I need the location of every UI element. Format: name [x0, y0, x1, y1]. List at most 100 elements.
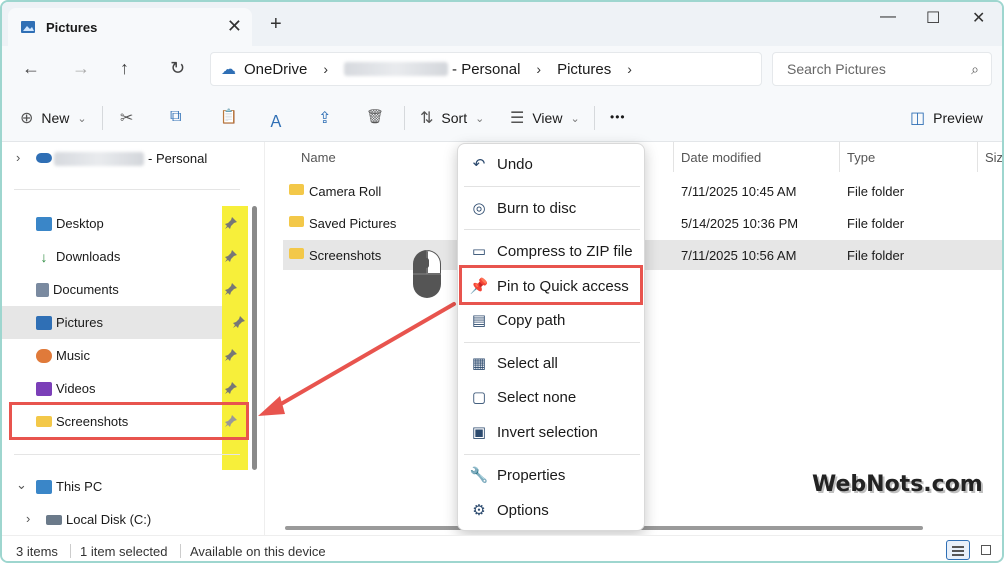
- plus-circle-icon: ⊕: [20, 110, 34, 127]
- chevron-right-icon[interactable]: ›: [16, 150, 20, 165]
- music-icon: [36, 348, 52, 363]
- status-availability: Available on this device: [190, 544, 326, 559]
- sidebar-item-label: Local Disk (C:): [66, 512, 152, 527]
- status-item-count: 3 items: [16, 544, 58, 559]
- file-name: Screenshots: [309, 248, 382, 263]
- status-separator: [180, 544, 181, 558]
- column-header-type[interactable]: Type: [847, 150, 875, 165]
- sidebar-item-this-pc[interactable]: ⌄ This PC: [2, 470, 248, 503]
- forward-button[interactable]: →: [72, 58, 90, 78]
- chevron-down-icon: ⌄: [570, 112, 580, 125]
- address-bar: ← → ↑ ↻ ☁ OneDrive › - Personal › Pictur…: [2, 46, 1002, 94]
- menu-item-undo[interactable]: ↶ Undo: [458, 148, 644, 180]
- pin-icon[interactable]: [224, 249, 238, 263]
- menu-item-burn-to-disc[interactable]: ◎ Burn to disc: [458, 192, 644, 224]
- sidebar-item-pictures[interactable]: Pictures: [2, 306, 222, 339]
- column-header-size[interactable]: Size: [985, 150, 1002, 165]
- tiles-view-button[interactable]: [976, 540, 996, 560]
- preview-pane-icon: ◫: [910, 110, 926, 127]
- more-options-icon[interactable]: •••: [610, 110, 626, 124]
- gear-icon: ⚙: [472, 502, 486, 519]
- tab-pictures[interactable]: Pictures ✕: [8, 8, 252, 46]
- file-name: Camera Roll: [309, 184, 382, 199]
- menu-separator: [464, 342, 640, 343]
- file-date: 7/11/2025 10:45 AM: [681, 184, 797, 199]
- crumb-onedrive[interactable]: OneDrive: [244, 61, 307, 78]
- maximize-button[interactable]: ☐: [926, 8, 940, 28]
- details-view-button[interactable]: [946, 540, 970, 560]
- sort-label: Sort: [441, 110, 468, 126]
- menu-item-label: Compress to ZIP file: [497, 242, 633, 260]
- command-bar: ⊕ New ⌄ ✂ ⧉ 📋 Ａ ⇪ 🗑 ⇅ Sort ⌄ ☰ View ⌄ ••…: [2, 94, 1002, 142]
- pin-icon[interactable]: [224, 282, 238, 296]
- chevron-down-icon[interactable]: ⌄: [16, 477, 27, 493]
- close-tab-icon[interactable]: ✕: [227, 17, 242, 35]
- computer-icon: [36, 479, 52, 494]
- search-icon: ⌕: [971, 61, 979, 77]
- new-tab-button[interactable]: +: [270, 14, 282, 34]
- pin-icon[interactable]: [232, 315, 246, 329]
- file-date: 5/14/2025 10:36 PM: [681, 216, 799, 231]
- sidebar-item-label: Documents: [53, 282, 119, 297]
- toolbar-divider: [594, 106, 595, 130]
- paste-icon[interactable]: 📋: [220, 108, 237, 125]
- sort-button[interactable]: ⇅ Sort ⌄: [420, 108, 484, 128]
- undo-icon: ↶: [472, 156, 486, 173]
- close-window-button[interactable]: ✕: [972, 8, 985, 28]
- sort-icon: ⇅: [420, 110, 434, 127]
- up-button[interactable]: ↑: [120, 58, 129, 78]
- pin-icon[interactable]: [224, 216, 238, 230]
- menu-item-label: Invert selection: [497, 423, 598, 441]
- desktop-icon: [36, 216, 52, 231]
- sidebar-item-music[interactable]: Music: [2, 339, 248, 372]
- sidebar-item-onedrive-personal[interactable]: › - Personal: [2, 142, 248, 175]
- menu-item-properties[interactable]: 🔧 Properties: [458, 459, 644, 491]
- file-type: File folder: [847, 184, 905, 199]
- minimize-button[interactable]: —: [880, 8, 896, 26]
- pictures-icon: [36, 315, 52, 330]
- column-header-date-modified[interactable]: Date modified: [681, 150, 761, 165]
- chevron-down-icon: ⌄: [77, 112, 87, 125]
- column-divider: [839, 142, 840, 172]
- new-button[interactable]: ⊕ New ⌄: [20, 108, 87, 128]
- search-input[interactable]: Search Pictures ⌕: [772, 52, 992, 86]
- back-button[interactable]: ←: [22, 58, 40, 78]
- column-header-name[interactable]: Name: [301, 150, 336, 165]
- pin-icon[interactable]: [224, 348, 238, 362]
- details-view-icon: [952, 546, 964, 548]
- menu-separator: [464, 229, 640, 230]
- menu-item-copy-path[interactable]: ▤ Copy path: [458, 304, 644, 336]
- menu-item-compress-zip[interactable]: ▭ Compress to ZIP file: [458, 235, 644, 267]
- menu-item-options[interactable]: ⚙ Options: [458, 494, 644, 526]
- sidebar-item-desktop[interactable]: Desktop: [2, 207, 248, 240]
- chevron-right-icon[interactable]: ›: [26, 511, 30, 526]
- menu-item-label: Undo: [497, 155, 533, 173]
- search-placeholder: Search Pictures: [787, 61, 886, 77]
- menu-item-invert-selection[interactable]: ▣ Invert selection: [458, 416, 644, 448]
- crumb-pictures[interactable]: Pictures: [557, 61, 611, 78]
- breadcrumb[interactable]: ☁ OneDrive › - Personal › Pictures ›: [210, 52, 762, 86]
- crumb-personal[interactable]: - Personal: [452, 61, 520, 78]
- context-menu: ↶ Undo ◎ Burn to disc ▭ Compress to ZIP …: [457, 143, 645, 531]
- menu-item-select-all[interactable]: ▦ Select all: [458, 347, 644, 379]
- sidebar-item-documents[interactable]: Documents: [2, 273, 248, 306]
- view-label: View: [532, 110, 563, 126]
- invert-selection-icon: ▣: [471, 424, 487, 441]
- sidebar-item-label: Downloads: [56, 249, 121, 264]
- delete-icon[interactable]: 🗑: [366, 108, 384, 125]
- menu-item-select-none[interactable]: ▢ Select none: [458, 381, 644, 413]
- sidebar-item-label: Pictures: [56, 315, 103, 330]
- refresh-button[interactable]: ↻: [170, 58, 185, 78]
- copy-icon[interactable]: ⧉: [170, 108, 181, 126]
- view-button[interactable]: ☰ View ⌄: [510, 108, 580, 128]
- pin-icon[interactable]: [224, 381, 238, 395]
- sidebar-item-downloads[interactable]: ↓ Downloads: [2, 240, 248, 273]
- preview-button[interactable]: ◫ Preview: [910, 108, 983, 128]
- rename-icon[interactable]: Ａ: [268, 108, 284, 132]
- share-icon[interactable]: ⇪: [318, 108, 331, 128]
- sidebar-item-label: Desktop: [56, 216, 104, 231]
- sidebar-scrollbar[interactable]: [252, 206, 257, 470]
- cut-icon[interactable]: ✂: [120, 108, 133, 128]
- sidebar-item-local-disk[interactable]: › Local Disk (C:): [2, 503, 248, 536]
- sidebar-item-videos[interactable]: Videos: [2, 372, 248, 405]
